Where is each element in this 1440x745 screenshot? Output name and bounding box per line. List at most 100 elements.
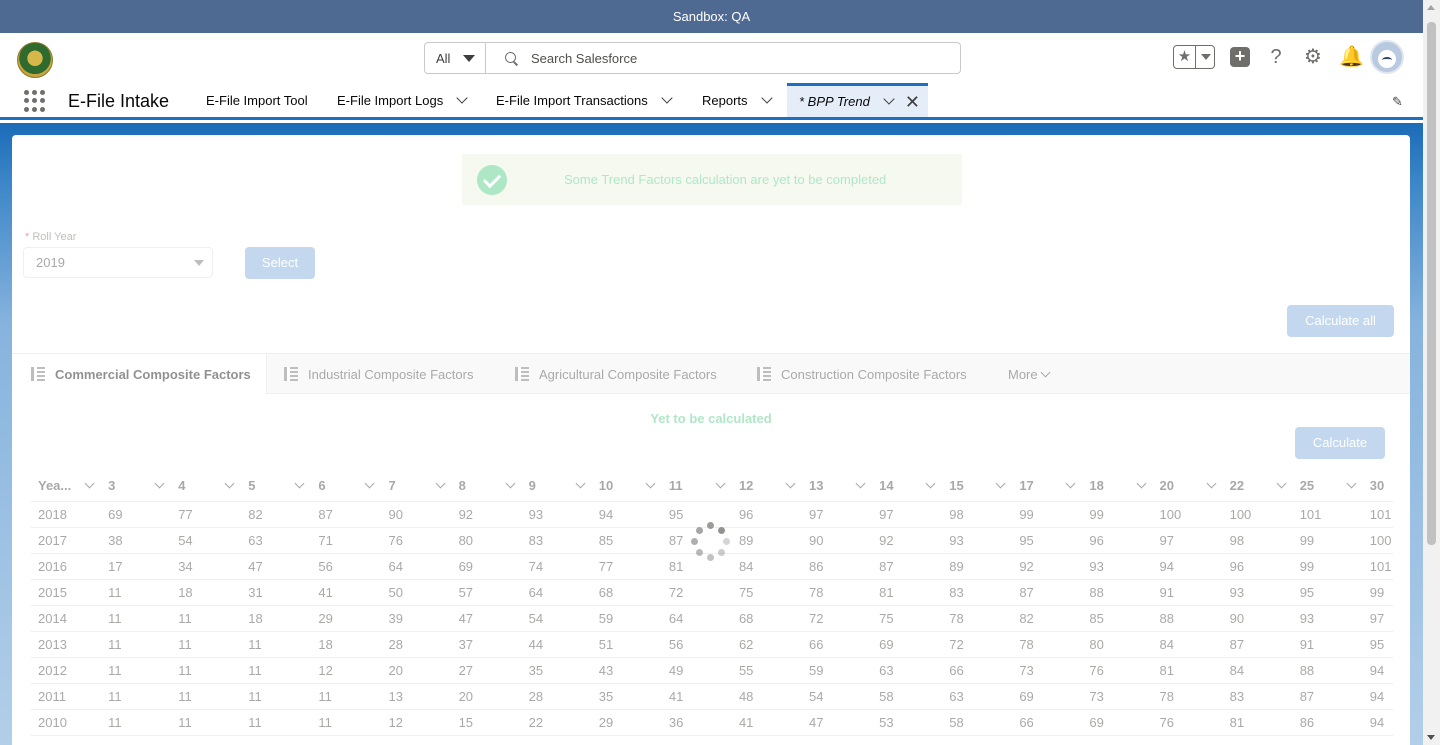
nav-item-efile-import-logs[interactable]: E-File Import Logs [337, 83, 468, 117]
table-cell: 11 [101, 579, 172, 606]
table-cell: 11 [171, 631, 242, 658]
table-cell: 17 [101, 553, 172, 580]
column-header[interactable]: 12 [731, 471, 803, 502]
table-cell: 20 [451, 683, 522, 710]
column-header[interactable]: 11 [661, 471, 732, 502]
column-header[interactable]: 8 [451, 471, 522, 502]
column-sort-chevron-icon[interactable] [224, 478, 235, 489]
scrollbar-thumb[interactable] [1427, 22, 1436, 545]
column-sort-chevron-icon[interactable] [154, 478, 165, 489]
column-sort-chevron-icon[interactable] [855, 478, 866, 489]
column-header[interactable]: 5 [241, 471, 312, 502]
scroll-up-arrow-icon[interactable] [1427, 5, 1435, 10]
table-cell: 69 [451, 553, 522, 580]
chevron-down-icon[interactable] [883, 93, 895, 105]
column-sort-chevron-icon[interactable] [575, 478, 586, 489]
table-cell: 11 [241, 683, 312, 710]
column-header[interactable]: 18 [1082, 471, 1153, 502]
column-sort-chevron-icon[interactable] [1276, 478, 1287, 489]
table-cell: 47 [802, 709, 873, 736]
select-button[interactable]: Select [245, 247, 315, 279]
roll-year-select[interactable]: 2019 [23, 247, 213, 278]
chevron-down-icon[interactable] [661, 91, 673, 104]
column-header[interactable]: 4 [171, 471, 242, 502]
chevron-down-icon[interactable] [760, 91, 773, 104]
column-header[interactable]: Yea... [31, 471, 102, 502]
column-sort-chevron-icon[interactable] [785, 478, 796, 489]
table-row: 2012 11 11 11 12 20 27 35 43 49 55 59 63 66 73 76 81 84 88… [31, 657, 1393, 684]
notification-bell-icon[interactable]: 🔔 [1339, 45, 1364, 69]
tab-industrial-composite-factors[interactable]: Industrial Composite Factors [284, 354, 473, 394]
nav-item-efile-import-transactions[interactable]: E-File Import Transactions [496, 83, 673, 117]
table-cell: 11 [241, 709, 312, 736]
calculate-button[interactable]: Calculate [1295, 427, 1385, 459]
column-sort-chevron-icon[interactable] [1346, 478, 1357, 489]
tab-more[interactable]: More [1008, 354, 1051, 394]
edit-pencil-icon[interactable]: ✎ [1392, 94, 1403, 110]
table-cell: 87 [1292, 683, 1363, 710]
column-sort-chevron-icon[interactable] [435, 478, 446, 489]
column-header[interactable]: 20 [1152, 471, 1223, 502]
help-question-icon[interactable]: ? [1265, 45, 1287, 69]
nav-item-efile-import-tool[interactable]: E-File Import Tool [206, 83, 308, 117]
close-icon[interactable]: ✕ [905, 93, 920, 111]
tab-commercial-composite-factors[interactable]: Commercial Composite Factors [12, 354, 267, 394]
table-cell: 77 [171, 501, 242, 528]
column-header[interactable]: 22 [1222, 471, 1293, 502]
column-sort-chevron-icon[interactable] [365, 478, 375, 489]
table-cell: 81 [1152, 657, 1223, 684]
column-header[interactable]: 15 [942, 471, 1013, 502]
user-avatar[interactable] [1370, 40, 1404, 74]
column-sort-chevron-icon[interactable] [1206, 478, 1217, 489]
favorites-button[interactable]: ★ [1173, 45, 1215, 69]
table-cell: 11 [101, 605, 172, 632]
table-cell: 96 [1222, 553, 1293, 580]
org-logo[interactable] [17, 42, 53, 78]
favorites-dropdown-icon[interactable] [1201, 54, 1211, 60]
column-sort-chevron-icon[interactable] [84, 478, 95, 489]
column-header[interactable]: 17 [1012, 471, 1083, 502]
search-scope-dropdown[interactable]: All [425, 43, 486, 73]
column-header[interactable]: 9 [521, 471, 592, 502]
column-sort-chevron-icon[interactable] [1136, 478, 1146, 489]
column-header[interactable]: 13 [802, 471, 873, 502]
column-sort-chevron-icon[interactable] [715, 478, 726, 489]
tab-bpp-trend[interactable]: * BPP Trend ✕ [787, 83, 928, 117]
calculate-all-button[interactable]: Calculate all [1287, 305, 1394, 337]
table-cell: 11 [311, 683, 382, 710]
tab-agricultural-composite-factors[interactable]: Agricultural Composite Factors [515, 354, 717, 394]
column-sort-chevron-icon[interactable] [995, 478, 1006, 489]
table-cell: 11 [171, 605, 242, 632]
column-header[interactable]: 14 [872, 471, 943, 502]
setup-gear-icon[interactable]: ⚙ [1302, 45, 1324, 69]
table-cell: 82 [241, 501, 312, 528]
nav-item-reports[interactable]: Reports [702, 83, 773, 117]
scroll-down-arrow-icon[interactable] [1427, 735, 1435, 740]
global-actions-plus-icon[interactable]: + [1230, 47, 1250, 67]
app-launcher-waffle-icon[interactable] [24, 90, 46, 112]
column-header[interactable]: 7 [381, 471, 452, 502]
table-cell: 11 [101, 657, 172, 684]
column-sort-chevron-icon[interactable] [645, 478, 656, 489]
chevron-down-icon[interactable] [456, 91, 468, 104]
spinner-dot [718, 549, 726, 557]
page-scrollbar[interactable] [1423, 0, 1440, 745]
column-header[interactable]: 3 [101, 471, 172, 502]
column-header[interactable]: 10 [591, 471, 662, 502]
column-sort-chevron-icon[interactable] [925, 478, 936, 489]
column-header[interactable]: 30 [1362, 471, 1393, 502]
column-sort-chevron-icon[interactable] [294, 478, 305, 489]
tab-construction-composite-factors[interactable]: Construction Composite Factors [757, 354, 967, 394]
table-cell: 54 [171, 527, 242, 554]
column-header[interactable]: 6 [311, 471, 382, 502]
star-icon[interactable]: ★ [1174, 46, 1196, 68]
search-scope-label: All [436, 50, 451, 66]
column-sort-chevron-icon[interactable] [1065, 478, 1076, 489]
table-cell: 49 [661, 657, 732, 684]
column-header[interactable]: 25 [1292, 471, 1363, 502]
column-sort-chevron-icon[interactable] [505, 478, 516, 489]
table-cell: 2018 [31, 501, 102, 528]
table-cell: 2013 [31, 631, 102, 658]
table-cell: 87 [311, 501, 382, 528]
search-input[interactable] [531, 43, 931, 73]
